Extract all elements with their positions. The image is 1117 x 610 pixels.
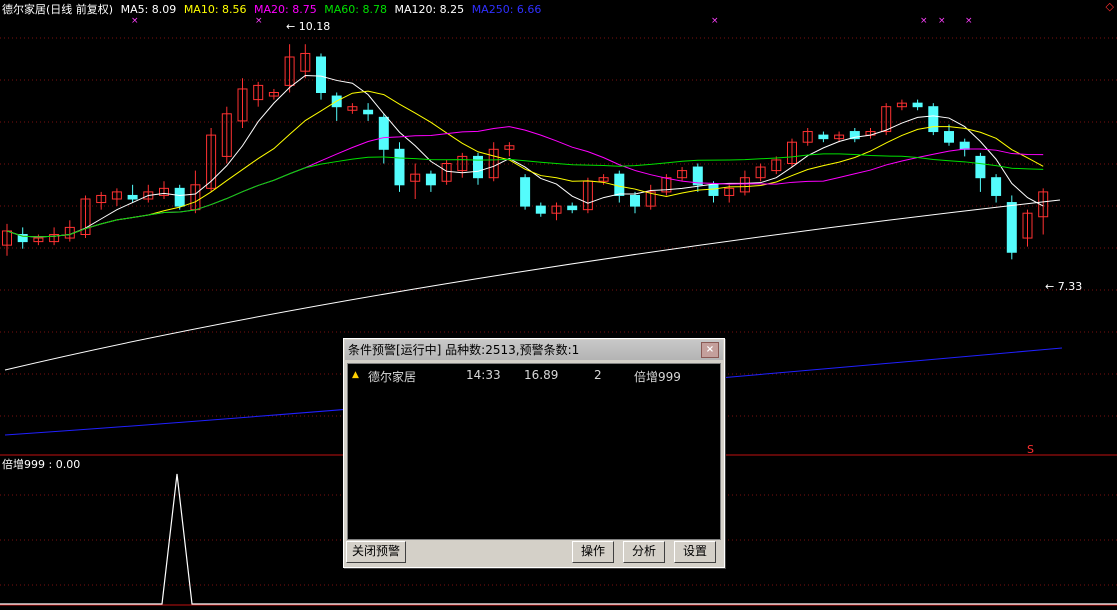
row-stock-name: 德尔家居 — [368, 370, 417, 384]
low-price-label: ← 7.33 — [1045, 280, 1082, 293]
dialog-title-bar[interactable]: 条件预警[运行中] 品种数:2513,预警条数:1 × — [345, 340, 723, 360]
signal-x-icon: × — [255, 16, 263, 26]
candle-body — [959, 141, 970, 150]
signal-x-icon: × — [938, 16, 946, 26]
candle-body — [363, 109, 374, 115]
signal-x-icon: × — [965, 16, 973, 26]
candle-body — [567, 205, 578, 211]
row-time: 14:33 — [466, 368, 501, 382]
dialog-title: 条件预警[运行中] 品种数:2513,预警条数:1 — [348, 343, 580, 357]
candle-body — [174, 187, 185, 207]
row-condition: 倍增999 — [634, 370, 681, 384]
candle-body — [127, 194, 138, 200]
high-price-label: ← 10.18 — [286, 20, 330, 33]
candle-body — [614, 173, 625, 196]
signal-s-marker: S — [1027, 443, 1034, 456]
row-price: 16.89 — [524, 368, 559, 382]
candle-body — [991, 177, 1002, 196]
candle-body — [394, 148, 405, 186]
candle-body — [912, 102, 923, 108]
candle-body — [378, 116, 389, 150]
close-alert-button[interactable]: 关闭预警 — [346, 541, 406, 563]
operate-button[interactable]: 操作 — [572, 541, 614, 563]
close-icon[interactable]: × — [701, 342, 719, 358]
signal-x-icon: × — [711, 16, 719, 26]
ma60-label: MA60: 8.78 — [324, 3, 387, 16]
settings-button[interactable]: 设置 — [674, 541, 716, 563]
candle-body — [708, 184, 719, 196]
ma10-label: MA10: 8.56 — [183, 3, 247, 16]
sub-indicator-label: 倍增999 : 0.00 — [2, 458, 81, 471]
candle-body — [520, 177, 531, 207]
up-arrow-icon: ▲ — [352, 370, 359, 380]
candle-body — [535, 205, 546, 214]
candle-body — [818, 134, 829, 140]
ma120-label: MA120: 8.25 — [394, 3, 465, 16]
stock-title: 德尔家居(日线 前复权) — [2, 3, 114, 16]
alert-dialog[interactable]: 条件预警[运行中] 品种数:2513,预警条数:1 × ▲ 德尔家居 14:33… — [343, 338, 725, 568]
list-item[interactable]: ▲ 德尔家居 14:33 16.89 2 倍增999 — [348, 368, 720, 384]
corner-diamond-icon[interactable]: ◇ — [1106, 0, 1114, 13]
candle-body — [928, 106, 939, 133]
chart-header: 德尔家居(日线 前复权) MA5: 8.09 MA10: 8.56 MA20: … — [2, 1, 545, 17]
ma10-line — [6, 90, 1044, 238]
candle-body — [944, 131, 954, 143]
signal-x-icon: × — [920, 16, 928, 26]
candle-body — [975, 155, 986, 179]
candle-body — [316, 56, 326, 93]
ma250-label: MA250: 6.66 — [471, 3, 542, 16]
row-count: 2 — [594, 368, 602, 382]
analyze-button[interactable]: 分析 — [623, 541, 665, 563]
alert-list[interactable]: ▲ 德尔家居 14:33 16.89 2 倍增999 — [347, 363, 721, 540]
signal-x-icon: × — [131, 16, 139, 26]
candle-body — [630, 194, 640, 207]
ma20-label: MA20: 8.75 — [254, 3, 317, 16]
candle-body — [1006, 202, 1017, 253]
candle-body — [425, 173, 436, 186]
ma5-label: MA5: 8.09 — [120, 3, 177, 16]
